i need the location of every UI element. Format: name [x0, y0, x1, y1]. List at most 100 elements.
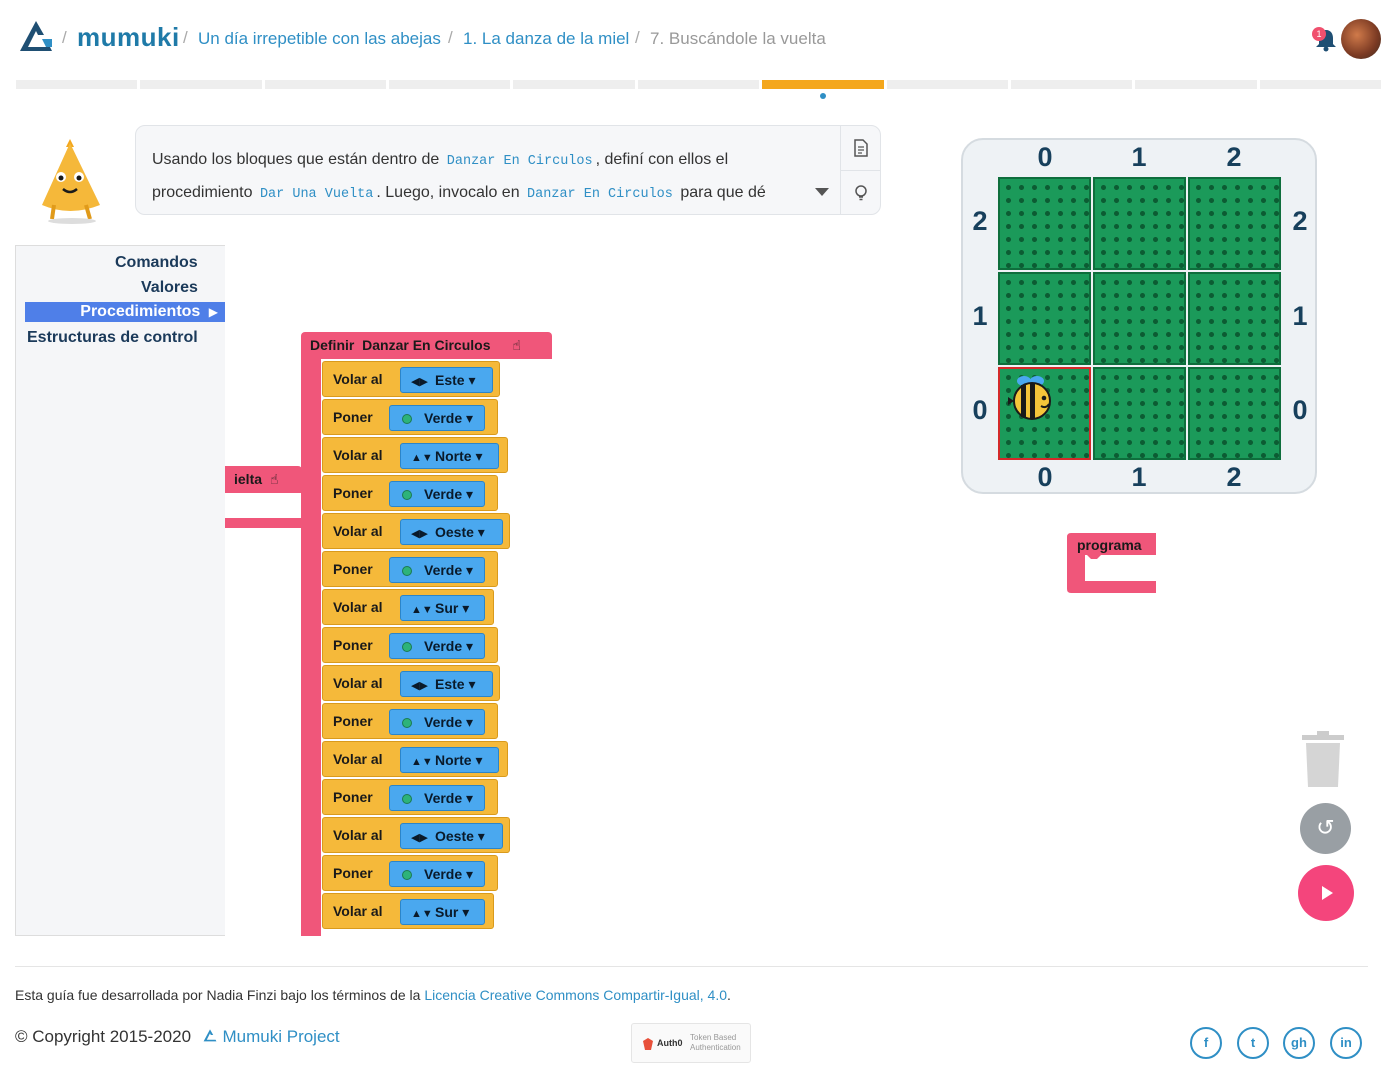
command-label: Volar al [333, 599, 383, 615]
command-label: Poner [333, 713, 373, 729]
mumuki-project-link[interactable]: Mumuki Project [202, 1027, 340, 1046]
document-icon[interactable] [841, 126, 880, 170]
header: / mumuki / Un día irrepetible con las ab… [0, 0, 1397, 80]
command-block[interactable]: Volar al ◀▶ Oeste ▾ [322, 817, 510, 853]
program-block[interactable]: programa [1067, 533, 1157, 593]
command-dropdown[interactable]: ◀▶ Este ▾ [400, 671, 493, 697]
expand-description-chevron-icon[interactable] [815, 188, 829, 196]
run-button[interactable] [1298, 865, 1354, 921]
breadcrumb-book[interactable]: Un día irrepetible con las abejas [198, 29, 441, 49]
green-dot-icon [402, 870, 412, 880]
progress-step-7[interactable] [762, 80, 884, 89]
command-block[interactable]: Volar al ▲▼ Norte ▾ [322, 437, 508, 473]
brand-name[interactable]: mumuki [77, 22, 180, 53]
exercise-description: Usando los bloques que están dentro de D… [135, 125, 881, 215]
progress-step-10[interactable] [1135, 80, 1257, 89]
command-block[interactable]: Poner Verde ▾ [322, 779, 498, 815]
command-label: Volar al [333, 447, 383, 463]
game-board: 0 1 2 0 1 2 2 1 0 2 1 0 [961, 138, 1317, 494]
command-block[interactable]: Volar al ◀▶ Este ▾ [322, 361, 500, 397]
lightbulb-icon[interactable] [841, 170, 880, 214]
progress-step-3[interactable] [264, 80, 387, 89]
progress-step-1[interactable] [16, 80, 138, 89]
progress-step-8[interactable] [886, 80, 1008, 89]
breadcrumb-exercise: 7. Buscándole la vuelta [650, 29, 826, 48]
linkedin-icon[interactable]: in [1330, 1027, 1362, 1059]
auth0-badge[interactable]: Auth0 Token Based Authentication [631, 1023, 751, 1063]
twitter-icon[interactable]: t [1237, 1027, 1269, 1059]
command-dropdown[interactable]: Verde ▾ [389, 557, 485, 583]
command-block[interactable]: Poner Verde ▾ [322, 475, 498, 511]
command-dropdown[interactable]: Verde ▾ [389, 405, 485, 431]
procedure-block-dar-una-vuelta[interactable]: ielta ☝ [225, 466, 302, 493]
command-dropdown[interactable]: ▲▼ Norte ▾ [400, 443, 499, 469]
dropdown-arrow-icon: ▾ [464, 676, 476, 692]
procedure-block-bottom [225, 518, 302, 528]
progress-step-11[interactable] [1259, 80, 1381, 89]
code-reference: Danzar En Circulos [446, 154, 593, 169]
breadcrumb-separator: / [448, 28, 453, 47]
command-block[interactable]: Volar al ▲▼ Norte ▾ [322, 741, 508, 777]
command-dropdown[interactable]: Verde ▾ [389, 633, 485, 659]
user-avatar[interactable] [1341, 19, 1381, 59]
trash-icon[interactable] [1300, 731, 1346, 789]
blockly-canvas[interactable]: ielta ☝ Definir Danzar En Circulos ☝ Vola… [225, 245, 955, 936]
command-dropdown[interactable]: Verde ▾ [389, 481, 485, 507]
command-block[interactable]: Poner Verde ▾ [322, 627, 498, 663]
dropdown-arrow-icon: ▾ [471, 448, 483, 464]
command-block[interactable]: Volar al ◀▶ Oeste ▾ [322, 513, 510, 549]
command-label: Poner [333, 561, 373, 577]
license-link[interactable]: Licencia Creative Commons Compartir-Igua… [424, 987, 727, 1003]
define-label: Definir [310, 337, 355, 353]
command-block[interactable]: Volar al ▲▼ Sur ▾ [322, 893, 494, 929]
toolbox-category-comandos[interactable]: Comandos [115, 254, 198, 272]
command-block[interactable]: Volar al ▲▼ Sur ▾ [322, 589, 494, 625]
description-fragment: Usando los bloques que están dentro de [152, 151, 440, 168]
progress-step-2[interactable] [140, 80, 262, 89]
row-label-right: 2 [1292, 206, 1308, 236]
toolbox-category-procedimientos[interactable]: Procedimientos ▶ [25, 302, 226, 322]
progress-step-4[interactable] [389, 80, 511, 89]
command-dropdown[interactable]: Verde ▾ [389, 861, 485, 887]
command-dropdown[interactable]: ◀▶ Este ▾ [400, 367, 493, 393]
command-block[interactable]: Poner Verde ▾ [322, 855, 498, 891]
github-icon[interactable]: gh [1283, 1027, 1315, 1059]
command-dropdown[interactable]: ▲▼ Sur ▾ [400, 595, 485, 621]
command-label: Poner [333, 485, 373, 501]
copyright: © Copyright 2015-2020 Mumuki Project [15, 1027, 340, 1047]
command-dropdown[interactable]: ◀▶ Oeste ▾ [400, 823, 503, 849]
arrows-vertical-icon: ▲▼ [411, 908, 433, 920]
green-dot-icon [402, 718, 412, 728]
command-dropdown[interactable]: Verde ▾ [389, 785, 485, 811]
breadcrumb-chapter[interactable]: 1. La danza de la miel [463, 29, 629, 49]
toolbox-category-estructuras[interactable]: Estructuras de control [27, 329, 198, 347]
command-dropdown[interactable]: ▲▼ Sur ▾ [400, 899, 485, 925]
mascot-icon [42, 139, 100, 224]
progress-step-9[interactable] [1010, 80, 1133, 89]
mumuki-logo-icon[interactable] [16, 15, 56, 55]
board-cell [998, 272, 1091, 365]
breadcrumb-separator: / [183, 28, 188, 47]
procedure-define-block[interactable]: Definir Danzar En Circulos ☝ [301, 332, 552, 359]
command-dropdown[interactable]: Verde ▾ [389, 709, 485, 735]
board-cell [1188, 272, 1281, 365]
command-dropdown[interactable]: ◀▶ Oeste ▾ [400, 519, 503, 545]
program-block-label: programa [1077, 537, 1142, 553]
board-cell [1188, 177, 1281, 270]
facebook-icon[interactable]: f [1190, 1027, 1222, 1059]
command-block[interactable]: Poner Verde ▾ [322, 703, 498, 739]
procedure-name-field[interactable]: Danzar En Circulos [362, 337, 490, 353]
reset-button[interactable]: ↺ [1300, 803, 1351, 854]
blockly-workspace[interactable]: Comandos Valores Procedimientos ▶ Estruc… [15, 245, 955, 936]
progress-step-6[interactable] [637, 80, 760, 89]
board-cell [1093, 367, 1186, 460]
command-block[interactable]: Volar al ◀▶ Este ▾ [322, 665, 500, 701]
command-block[interactable]: Poner Verde ▾ [322, 399, 498, 435]
progress-step-5[interactable] [513, 80, 635, 89]
toolbox-category-valores[interactable]: Valores [141, 279, 198, 297]
dropdown-value: Verde [424, 562, 463, 578]
dropdown-arrow-icon: ▾ [473, 828, 485, 844]
command-block[interactable]: Poner Verde ▾ [322, 551, 498, 587]
board-cell [998, 177, 1091, 270]
command-dropdown[interactable]: ▲▼ Norte ▾ [400, 747, 499, 773]
